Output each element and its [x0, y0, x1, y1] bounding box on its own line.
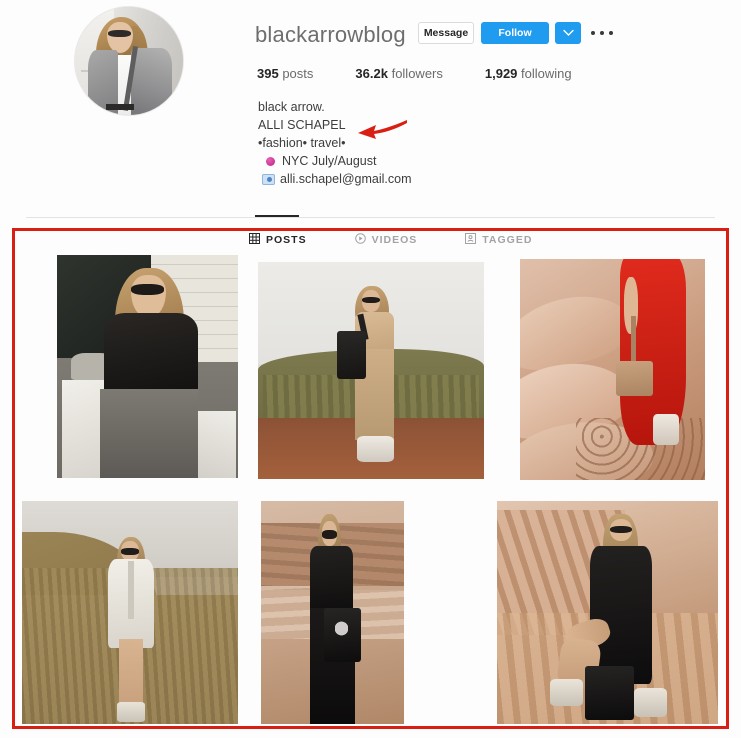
chevron-down-icon[interactable]: [555, 22, 581, 44]
post-thumbnail-3[interactable]: [520, 259, 705, 480]
play-circle-icon: [354, 233, 366, 247]
camera-icon: [262, 173, 275, 185]
avatar[interactable]: [74, 6, 184, 116]
post-thumbnail-1[interactable]: [57, 255, 238, 478]
tab-tagged-label: TAGGED: [482, 234, 533, 246]
profile-username: blackarrowblog: [255, 22, 406, 47]
bio-email: alli.schapel@gmail.com: [280, 172, 412, 186]
pink-circle-pin-icon: [266, 156, 275, 166]
section-divider: [26, 217, 715, 218]
post-thumbnail-5[interactable]: [261, 501, 404, 724]
post-thumbnail-2[interactable]: [258, 262, 484, 479]
stat-followers[interactable]: 36.2k followers: [355, 66, 442, 81]
tab-posts[interactable]: POSTS: [249, 233, 307, 247]
bio-email-line: alli.schapel@gmail.com: [258, 170, 412, 188]
ellipsis-icon[interactable]: [588, 22, 616, 44]
bio-location-line: NYC July/August: [258, 152, 412, 170]
grid-icon: [249, 233, 260, 247]
tab-tagged[interactable]: TAGGED: [465, 233, 532, 247]
post-thumbnail-6[interactable]: [497, 501, 718, 724]
instagram-profile-page: blackarrowblog Message Follow 395 posts …: [0, 0, 741, 738]
post-thumbnail-4[interactable]: [22, 501, 238, 724]
avatar-image: [75, 7, 183, 115]
tab-videos-label: VIDEOS: [371, 234, 418, 246]
red-arrow-pointing-to-bio-tags: [358, 120, 407, 139]
tab-posts-label: POSTS: [266, 234, 307, 246]
profile-bio: black arrow. ALLI SCHAPEL •fashion• trav…: [258, 98, 412, 188]
bio-location: NYC July/August: [282, 154, 377, 168]
profile-tabs: POSTS VIDEOS TAGGED: [249, 233, 532, 247]
message-button[interactable]: Message: [418, 22, 474, 44]
stat-posts[interactable]: 395 posts: [257, 66, 313, 81]
active-tab-indicator: [255, 215, 299, 217]
follow-button[interactable]: Follow: [481, 22, 549, 44]
stat-following[interactable]: 1,929 following: [485, 66, 572, 81]
bio-display-name: black arrow.: [258, 100, 325, 114]
tab-videos[interactable]: VIDEOS: [354, 233, 418, 247]
tag-person-icon: [465, 233, 477, 247]
profile-stats: 395 posts 36.2k followers 1,929 followin…: [257, 66, 572, 81]
